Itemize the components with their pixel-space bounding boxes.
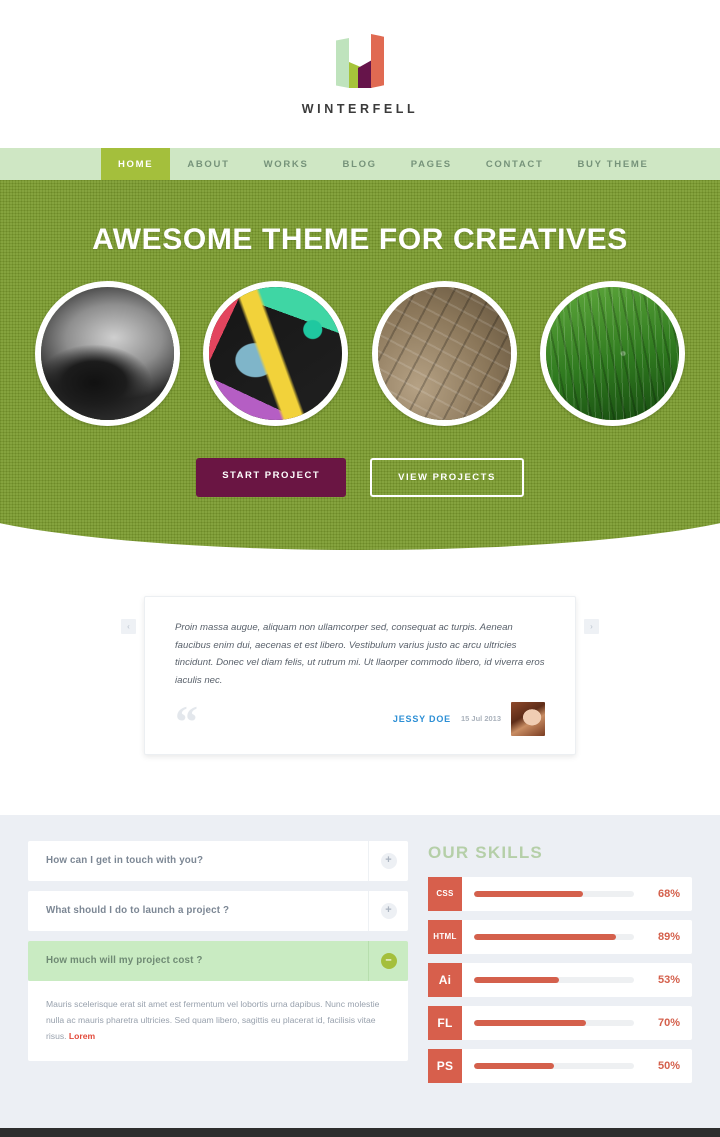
site-footer: SUBSCRIBE TO NEWSLETTER CONTACT INFO bbox=[0, 1127, 720, 1137]
nav-item-contact[interactable]: CONTACT bbox=[469, 148, 561, 180]
skill-track bbox=[474, 890, 634, 897]
hero-circle-grass[interactable] bbox=[539, 281, 685, 426]
green-grass-dew-photo bbox=[545, 287, 679, 420]
nav-item-pages[interactable]: PAGES bbox=[394, 148, 469, 180]
skill-fill bbox=[474, 933, 617, 940]
faq-item-cost[interactable]: How much will my project cost ? – bbox=[28, 940, 408, 981]
testimonial-next-arrow[interactable]: › bbox=[584, 619, 599, 634]
hero-image-gallery bbox=[0, 257, 720, 426]
faq-question: What should I do to launch a project ? bbox=[46, 905, 230, 917]
skill-badge-html: HTML bbox=[428, 919, 462, 954]
skills-title: OUR SKILLS bbox=[428, 842, 543, 862]
faq-answer-text: Mauris scelerisque erat sit amet est fer… bbox=[46, 998, 380, 1041]
minus-icon: – bbox=[380, 952, 397, 969]
skill-track bbox=[474, 933, 634, 940]
nav-item-home[interactable]: HOME bbox=[101, 148, 171, 180]
skill-track bbox=[474, 1062, 634, 1069]
testimonial-text: Proin massa augue, aliquam non ullamcorp… bbox=[175, 622, 545, 687]
start-project-button[interactable]: START PROJECT bbox=[196, 458, 347, 497]
faq-toggle[interactable]: + bbox=[368, 840, 408, 881]
skill-row-css: CSS 68% bbox=[428, 876, 692, 911]
skill-track bbox=[474, 1019, 634, 1026]
main-navigation: HOME ABOUT WORKS BLOG PAGES CONTACT BUY … bbox=[0, 148, 720, 180]
faq-question: How can I get in touch with you? bbox=[46, 855, 204, 867]
logo-segment-purple bbox=[358, 60, 372, 88]
skill-row-ps: PS 50% bbox=[428, 1048, 692, 1083]
skill-badge-ai: Ai bbox=[428, 962, 462, 997]
faq-accordion: How can I get in touch with you? + What … bbox=[28, 840, 408, 1092]
testimonial-section: ‹ › Proin massa augue, aliquam non ullam… bbox=[0, 554, 720, 815]
hero-circle-illustration[interactable] bbox=[203, 281, 349, 426]
brand-name: WINTERFELL bbox=[301, 102, 419, 116]
testimonial-avatar bbox=[511, 701, 545, 736]
nav-item-about[interactable]: ABOUT bbox=[170, 148, 246, 180]
faq-item-contact[interactable]: How can I get in touch with you? + bbox=[28, 840, 408, 881]
skill-fill bbox=[474, 976, 559, 983]
skill-badge-fl: FL bbox=[428, 1005, 462, 1040]
skill-badge-css: CSS bbox=[428, 876, 462, 911]
nav-item-blog[interactable]: BLOG bbox=[326, 148, 394, 180]
skill-row-html: HTML 89% bbox=[428, 919, 692, 954]
page-root: WINTERFELL HOME ABOUT WORKS BLOG PAGES C… bbox=[0, 0, 720, 1137]
faq-skills-section: How can I get in touch with you? + What … bbox=[0, 814, 720, 1128]
skill-badge-ps: PS bbox=[428, 1048, 462, 1083]
skill-fill bbox=[474, 1019, 586, 1026]
faq-answer-panel: Mauris scelerisque erat sit amet est fer… bbox=[28, 980, 408, 1061]
hero-cta-group: START PROJECT VIEW PROJECTS bbox=[0, 426, 720, 497]
plus-icon: + bbox=[380, 852, 397, 869]
colorful-illustration-photo bbox=[209, 287, 343, 420]
logo-segment-salmon bbox=[371, 34, 384, 88]
nav-item-buy-theme[interactable]: BUY THEME bbox=[560, 148, 665, 180]
plus-icon: + bbox=[380, 902, 397, 919]
nav-item-works[interactable]: WORKS bbox=[247, 148, 326, 180]
skill-row-ai: Ai 53% bbox=[428, 962, 692, 997]
site-header: WINTERFELL bbox=[0, 0, 720, 148]
faq-item-launch[interactable]: What should I do to launch a project ? + bbox=[28, 890, 408, 931]
hero-section: AWESOME THEME FOR CREATIVES START PROJEC… bbox=[0, 180, 720, 554]
reptile-skin-photo bbox=[377, 287, 511, 420]
hero-title: AWESOME THEME FOR CREATIVES bbox=[92, 223, 628, 256]
skill-row-fl: FL 70% bbox=[428, 1005, 692, 1040]
testimonial-prev-arrow[interactable]: ‹ bbox=[121, 619, 136, 634]
hero-circle-skin[interactable] bbox=[371, 281, 517, 426]
faq-toggle[interactable]: – bbox=[368, 940, 408, 981]
ocean-wave-photo bbox=[41, 287, 174, 420]
skill-fill bbox=[474, 890, 583, 897]
logo-segment-light-green bbox=[336, 38, 349, 88]
faq-question: How much will my project cost ? bbox=[46, 955, 203, 967]
skill-percent: 53% bbox=[657, 973, 680, 986]
skill-track bbox=[474, 976, 634, 983]
winterfell-w-logo[interactable] bbox=[332, 32, 388, 88]
skill-percent: 50% bbox=[657, 1059, 680, 1072]
faq-answer-link[interactable]: Lorem bbox=[69, 1031, 95, 1041]
view-projects-button[interactable]: VIEW PROJECTS bbox=[370, 458, 524, 497]
testimonial-card: ‹ › Proin massa augue, aliquam non ullam… bbox=[121, 596, 599, 755]
hero-circle-wave[interactable] bbox=[35, 281, 180, 426]
skills-panel: OUR SKILLS CSS 68% HTML 89% Ai 53% FL 70… bbox=[428, 841, 692, 1092]
testimonial-author[interactable]: JESSY DOE bbox=[393, 714, 451, 724]
quote-mark-icon: “ bbox=[175, 696, 198, 748]
skill-percent: 70% bbox=[657, 1016, 680, 1029]
skill-fill bbox=[474, 1062, 554, 1069]
skill-percent: 89% bbox=[657, 930, 680, 943]
skill-percent: 68% bbox=[657, 887, 680, 900]
testimonial-date: 15 Jul 2013 bbox=[460, 714, 501, 724]
faq-toggle[interactable]: + bbox=[368, 890, 408, 931]
